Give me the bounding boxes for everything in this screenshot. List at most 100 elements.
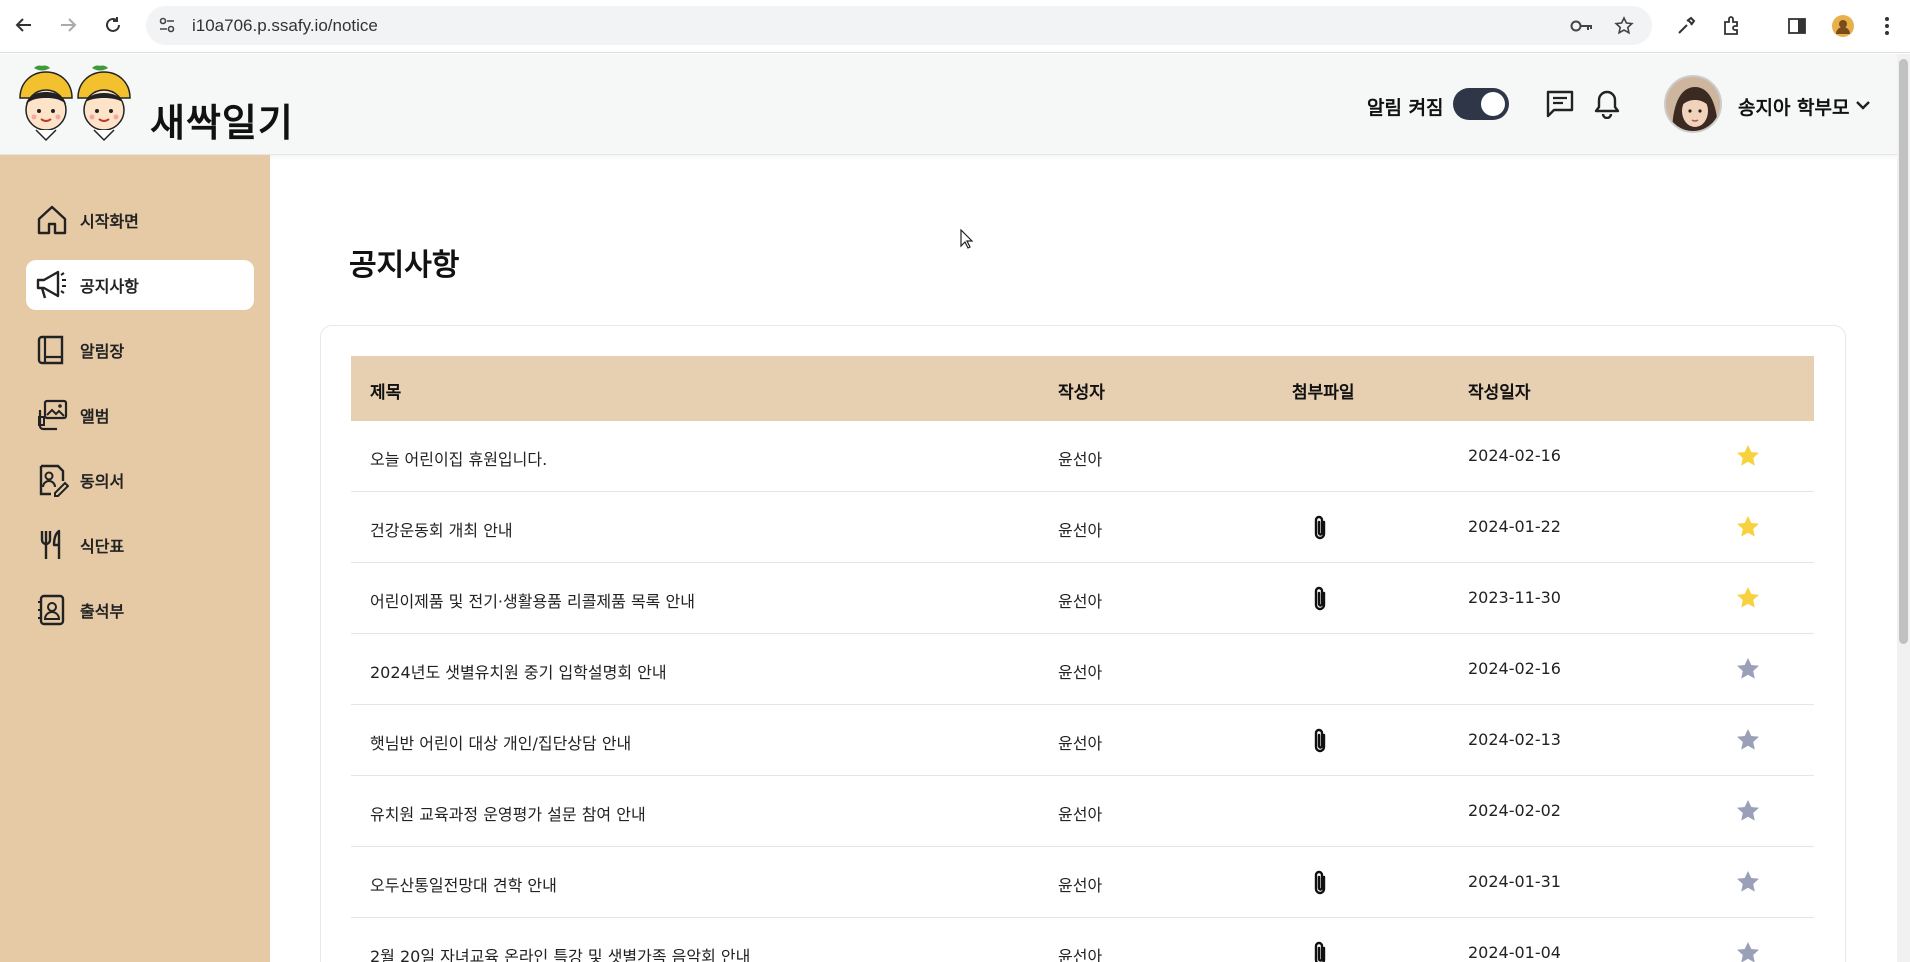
row-title[interactable]: 2월 20일 자녀교육 온라인 특강 및 샛별가족 음악회 안내 [370,943,750,962]
row-date: 2023-11-30 [1468,588,1561,607]
star-icon[interactable] [1735,940,1761,962]
row-date: 2024-02-13 [1468,730,1561,749]
sidebar-item-notice[interactable]: 공지사항 [26,260,254,310]
mouse-cursor-icon [960,229,974,249]
extensions-icon[interactable] [1719,13,1745,39]
table-row[interactable]: 2024년도 샛별유치원 중기 입학설명회 안내 윤선아 2024-02-16 [351,634,1814,705]
star-icon[interactable] [1735,656,1761,682]
paperclip-icon[interactable] [1310,727,1330,755]
logo-text[interactable]: 새싹일기 [150,92,294,147]
row-date: 2024-01-04 [1468,943,1561,962]
sidebar-item-label: 동의서 [80,472,125,491]
app-header: 새싹일기 알림 켜짐 송지아 학부모 [0,54,1897,155]
sidebar-item-menu[interactable]: 식단표 [26,520,254,570]
star-icon[interactable] [1735,727,1761,753]
row-author: 윤선아 [1058,521,1103,540]
logo-characters-icon[interactable] [18,64,136,144]
column-header-author: 작성자 [1058,383,1105,403]
star-icon[interactable] [1735,514,1761,540]
row-author: 윤선아 [1058,876,1103,895]
row-date: 2024-01-22 [1468,517,1561,536]
paperclip-icon[interactable] [1310,585,1330,613]
attendance-icon [34,592,70,628]
row-author: 윤선아 [1058,947,1103,962]
sidebar-item-consent[interactable]: 동의서 [26,455,254,505]
home-icon [34,202,70,238]
notebook-icon [34,332,70,368]
column-header-date: 작성일자 [1468,383,1531,403]
toggle-knob [1481,92,1505,116]
row-author: 윤선아 [1058,734,1103,753]
row-title[interactable]: 오두산통일전망대 견학 안내 [370,872,557,896]
row-author: 윤선아 [1058,805,1103,824]
user-name[interactable]: 송지아 학부모 [1738,93,1850,120]
address-bar[interactable]: i10a706.p.ssafy.io/notice [146,6,1652,45]
sidebar-item-label: 시작화면 [80,212,139,231]
table-row[interactable]: 유치원 교육과정 운영평가 설문 참여 안내 윤선아 2024-02-02 [351,776,1814,847]
table-row[interactable]: 오늘 어린이집 휴원입니다. 윤선아 2024-02-16 [351,421,1814,492]
row-title[interactable]: 유치원 교육과정 운영평가 설문 참여 안내 [370,801,646,825]
chat-icon[interactable] [1544,88,1576,120]
alarm-toggle[interactable] [1453,88,1509,120]
star-icon[interactable] [1735,798,1761,824]
star-icon[interactable] [1735,585,1761,611]
row-date: 2024-02-16 [1468,446,1561,465]
fork-knife-icon [34,527,70,563]
side-panel-icon[interactable] [1784,13,1810,39]
forward-icon[interactable] [55,12,81,38]
row-title[interactable]: 2024년도 샛별유치원 중기 입학설명회 안내 [370,659,667,683]
star-icon[interactable] [1735,869,1761,895]
row-title[interactable]: 어린이제품 및 전기·생활용품 리콜제품 목록 안내 [370,588,695,612]
page-scrollbar[interactable] [1897,54,1910,962]
consent-icon [34,462,70,498]
row-title[interactable]: 건강운동회 개최 안내 [370,517,513,541]
sidebar-item-label: 알림장 [80,342,125,361]
avatar[interactable] [1664,75,1722,133]
table-row[interactable]: 오두산통일전망대 견학 안내 윤선아 2024-01-31 [351,847,1814,918]
row-author: 윤선아 [1058,450,1103,469]
column-header-attachment: 첨부파일 [1292,383,1355,403]
chevron-down-icon[interactable] [1852,94,1874,116]
paperclip-icon[interactable] [1310,940,1330,962]
site-info-icon[interactable] [156,14,178,36]
bookmark-star-icon[interactable] [1612,14,1636,38]
sidebar-item-attendance[interactable]: 출석부 [26,585,254,635]
menu-kebab-icon[interactable] [1874,13,1900,39]
row-date: 2024-02-16 [1468,659,1561,678]
url-text[interactable]: i10a706.p.ssafy.io/notice [192,16,378,36]
reload-icon[interactable] [100,12,126,38]
paperclip-icon[interactable] [1310,869,1330,897]
eyedropper-icon[interactable] [1673,13,1699,39]
scroll-thumb[interactable] [1899,59,1908,644]
row-date: 2024-01-31 [1468,872,1561,891]
sidebar: 시작화면 공지사항 알림장 앨범 동의서 식단표 출석부 [0,155,270,962]
table-header: 제목 작성자 첨부파일 작성일자 [351,356,1814,421]
table-body: 오늘 어린이집 휴원입니다. 윤선아 2024-02-16 건강운동회 개최 안내 윤선… [351,421,1814,962]
row-date: 2024-02-02 [1468,801,1561,820]
row-title[interactable]: 오늘 어린이집 휴원입니다. [370,446,547,470]
paperclip-icon[interactable] [1310,514,1330,542]
sidebar-item-home[interactable]: 시작화면 [26,195,254,245]
notice-table: 제목 작성자 첨부파일 작성일자 오늘 어린이집 휴원입니다. 윤선아 2024-0… [351,356,1814,962]
sidebar-item-label: 공지사항 [80,277,139,296]
table-row[interactable]: 건강운동회 개최 안내 윤선아 2024-01-22 [351,492,1814,563]
row-title[interactable]: 햇님반 어린이 대상 개인/집단상담 안내 [370,730,631,754]
sidebar-item-notebook[interactable]: 알림장 [26,325,254,375]
alarm-status-label: 알림 켜짐 [1367,97,1444,119]
column-header-title: 제목 [370,383,402,403]
row-author: 윤선아 [1058,592,1103,611]
table-row[interactable]: 2월 20일 자녀교육 온라인 특강 및 샛별가족 음악회 안내 윤선아 2024-… [351,918,1814,962]
sidebar-item-album[interactable]: 앨범 [26,390,254,440]
sidebar-item-label: 앨범 [80,407,110,426]
bell-icon[interactable] [1591,88,1623,120]
album-icon [34,397,70,433]
table-row[interactable]: 어린이제품 및 전기·생활용품 리콜제품 목록 안내 윤선아 2023-11-30 [351,563,1814,634]
browser-toolbar: i10a706.p.ssafy.io/notice [0,0,1910,53]
star-icon[interactable] [1735,443,1761,469]
profile-icon[interactable] [1830,13,1856,39]
sidebar-item-label: 출석부 [80,602,125,621]
back-icon[interactable] [11,12,37,38]
password-key-icon[interactable] [1570,14,1594,38]
row-author: 윤선아 [1058,663,1103,682]
table-row[interactable]: 햇님반 어린이 대상 개인/집단상담 안내 윤선아 2024-02-13 [351,705,1814,776]
